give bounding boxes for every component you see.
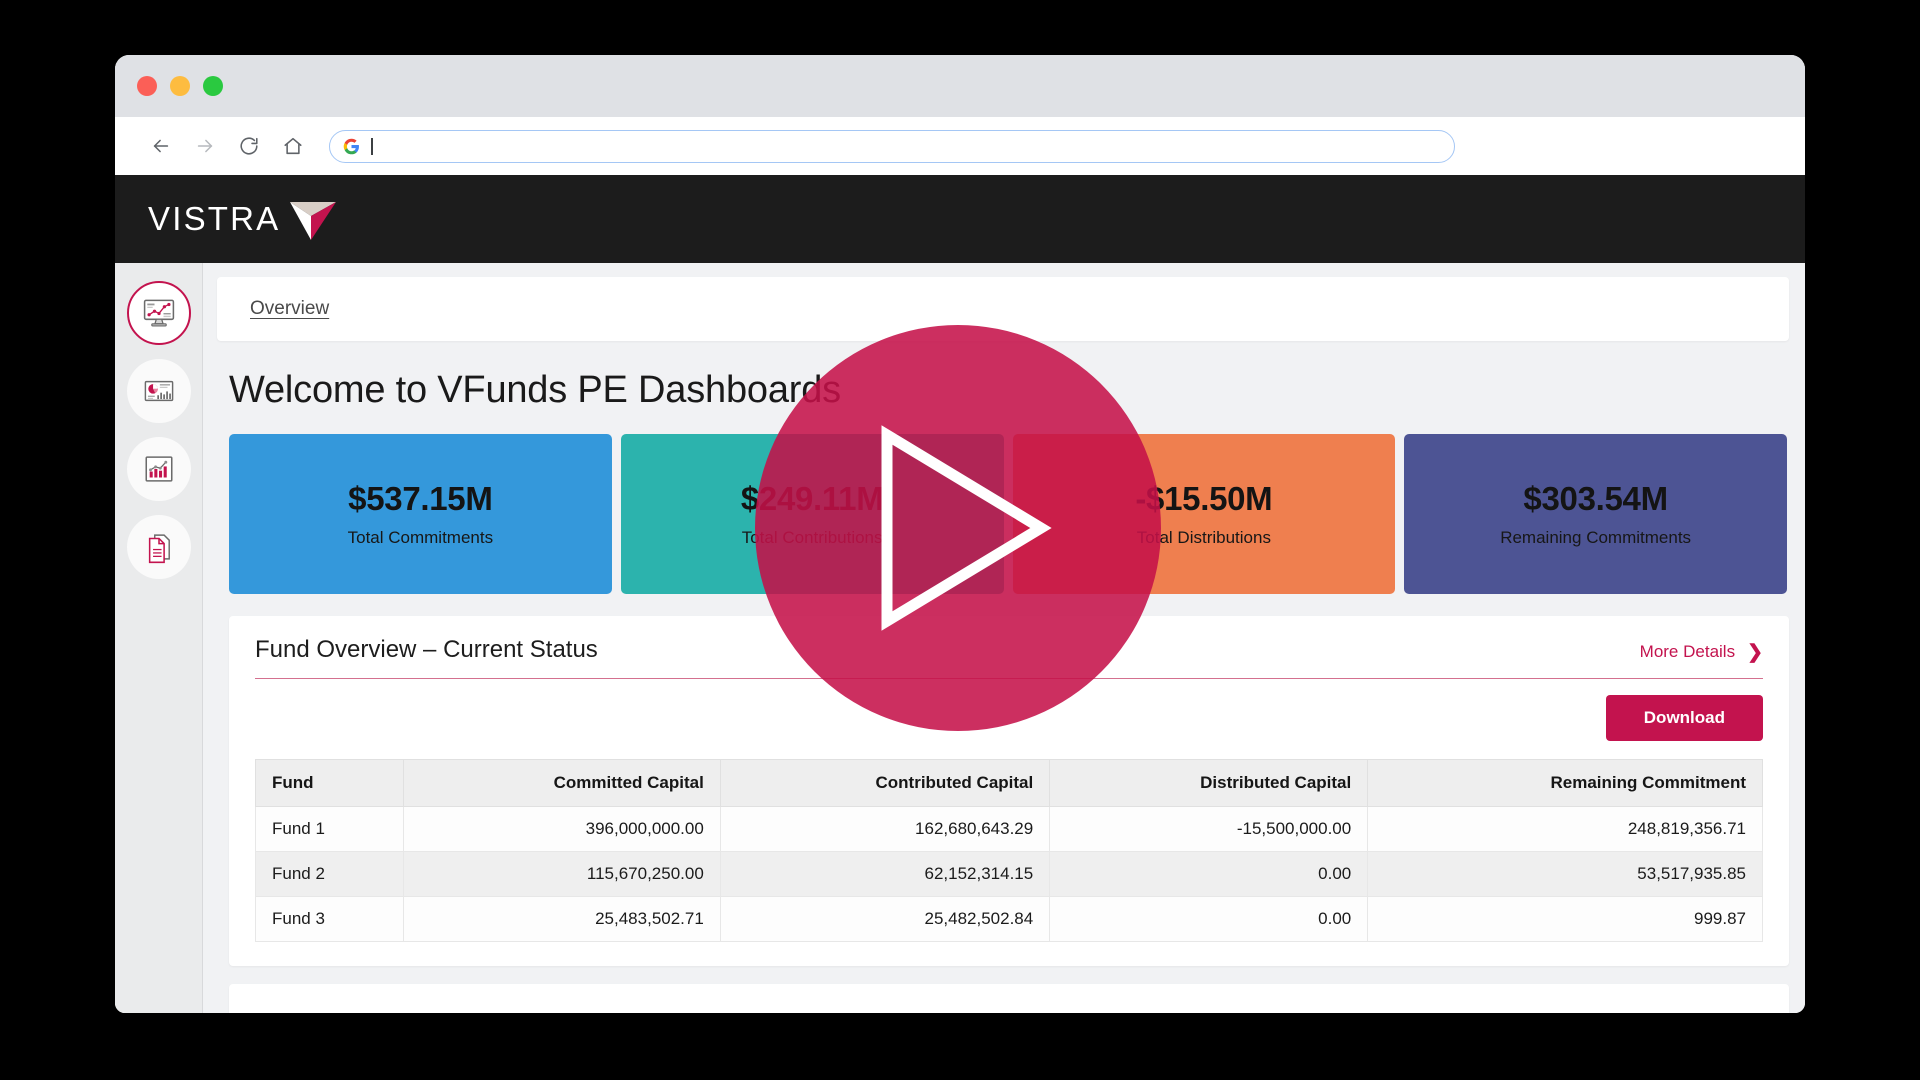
cell-distributed: 0.00 <box>1050 852 1368 897</box>
column-header-distributed-capital[interactable]: Distributed Capital <box>1050 760 1368 807</box>
maximize-window-button[interactable] <box>203 76 223 96</box>
table-row[interactable]: Fund 3 25,483,502.71 25,482,502.84 0.00 … <box>256 897 1763 942</box>
forward-arrow-icon[interactable] <box>183 124 227 168</box>
tab-overview[interactable]: Overview <box>250 298 329 320</box>
table-row[interactable]: Fund 1 396,000,000.00 162,680,643.29 -15… <box>256 807 1763 852</box>
column-header-contributed-capital[interactable]: Contributed Capital <box>720 760 1049 807</box>
documents-icon <box>142 530 176 564</box>
cell-fund: Fund 2 <box>256 852 404 897</box>
app-header: VISTRA <box>115 175 1805 263</box>
column-header-remaining-commitment[interactable]: Remaining Commitment <box>1368 760 1763 807</box>
brand-name: VISTRA <box>148 200 280 238</box>
download-button[interactable]: Download <box>1606 695 1763 741</box>
kpi-value: $303.54M <box>1523 480 1667 518</box>
cell-remaining: 999.87 <box>1368 897 1763 942</box>
column-header-committed-capital[interactable]: Committed Capital <box>404 760 720 807</box>
minimize-window-button[interactable] <box>170 76 190 96</box>
table-header-row: Fund Committed Capital Contributed Capit… <box>256 760 1763 807</box>
pie-bar-dashboard-icon <box>142 374 176 408</box>
monitor-line-chart-icon <box>141 295 177 331</box>
table-row[interactable]: Fund 2 115,670,250.00 62,152,314.15 0.00… <box>256 852 1763 897</box>
screenshot-root: VISTRA <box>0 0 1920 1080</box>
sidebar-item-reports[interactable] <box>127 515 191 579</box>
reload-icon[interactable] <box>227 124 271 168</box>
google-icon <box>343 138 360 155</box>
column-header-fund[interactable]: Fund <box>256 760 404 807</box>
cell-distributed: -15,500,000.00 <box>1050 807 1368 852</box>
vistra-triangle-logo <box>284 196 342 242</box>
browser-toolbar <box>115 117 1805 175</box>
browser-titlebar <box>115 55 1805 117</box>
address-bar[interactable] <box>329 130 1455 163</box>
cell-committed: 115,670,250.00 <box>404 852 720 897</box>
fund-overview-table: Fund Committed Capital Contributed Capit… <box>255 759 1763 942</box>
home-icon[interactable] <box>271 124 315 168</box>
kpi-card[interactable]: $303.54M Remaining Commitments <box>1404 434 1787 594</box>
kpi-label: Total Commitments <box>348 528 493 548</box>
panel-title: Fund Overview – Current Status <box>255 636 598 664</box>
cell-committed: 25,483,502.71 <box>404 897 720 942</box>
cell-fund: Fund 3 <box>256 897 404 942</box>
more-details-link[interactable]: More Details ❯ <box>1640 642 1763 662</box>
play-video-button[interactable] <box>755 325 1161 731</box>
cell-contributed: 162,680,643.29 <box>720 807 1049 852</box>
cell-remaining: 53,517,935.85 <box>1368 852 1763 897</box>
cell-fund: Fund 1 <box>256 807 404 852</box>
cell-contributed: 25,482,502.84 <box>720 897 1049 942</box>
sidebar <box>115 263 203 1013</box>
sidebar-item-dashboard[interactable] <box>127 281 191 345</box>
kpi-card[interactable]: $537.15M Total Commitments <box>229 434 612 594</box>
sidebar-item-analytics[interactable] <box>127 359 191 423</box>
close-window-button[interactable] <box>137 76 157 96</box>
kpi-label: Remaining Commitments <box>1500 528 1691 548</box>
next-panel-partial <box>229 984 1789 1013</box>
cell-contributed: 62,152,314.15 <box>720 852 1049 897</box>
play-triangle-icon <box>869 423 1059 633</box>
vistra-logo[interactable]: VISTRA <box>148 196 342 242</box>
back-arrow-icon[interactable] <box>139 124 183 168</box>
cell-distributed: 0.00 <box>1050 897 1368 942</box>
cell-committed: 396,000,000.00 <box>404 807 720 852</box>
bar-trend-chart-icon <box>142 452 176 486</box>
sidebar-item-performance[interactable] <box>127 437 191 501</box>
chevron-right-icon: ❯ <box>1747 643 1763 662</box>
cell-remaining: 248,819,356.71 <box>1368 807 1763 852</box>
more-details-label: More Details <box>1640 642 1735 662</box>
address-bar-caret <box>371 138 373 155</box>
kpi-value: $537.15M <box>348 480 492 518</box>
